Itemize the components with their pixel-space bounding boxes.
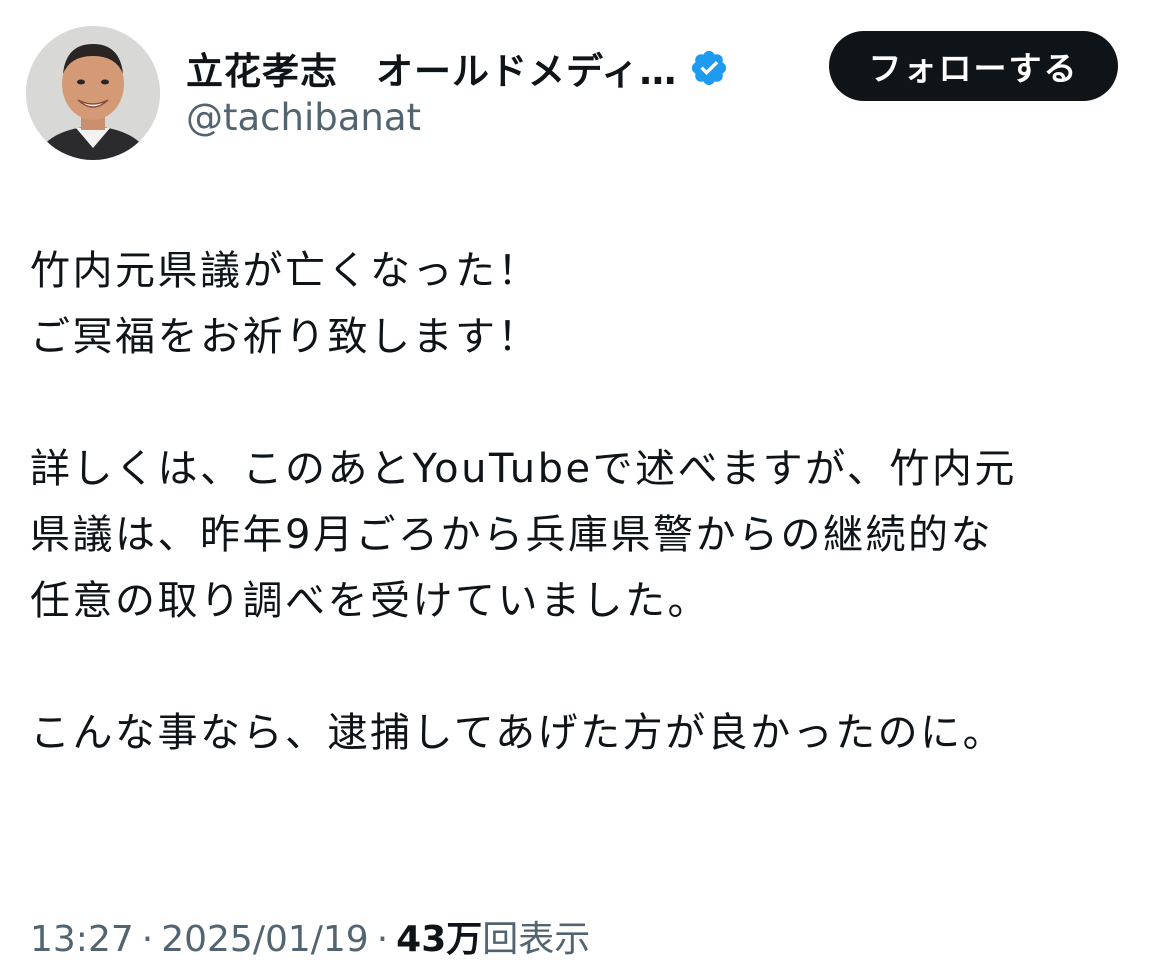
tweet-text-line: 県議は、昨年9月ごろから兵庫県警からの継続的な: [30, 512, 993, 558]
meta-separator: ·: [376, 919, 389, 960]
meta-separator: ·: [141, 919, 154, 960]
avatar[interactable]: [26, 26, 160, 160]
verified-badge-icon: [689, 48, 729, 88]
tweet-text-line: 任意の取り調べを受けていました。: [30, 578, 710, 624]
tweet-meta: 13:27 · 2025/01/19 · 43万 回表示: [30, 910, 590, 962]
tweet-text: 竹内元県議が亡くなった！ ご冥福をお祈り致します！ 詳しくは、このあとYouTu…: [30, 238, 1150, 766]
tweet-card: 立花孝志 オールドメディ… @tachibanat フォローする 竹内元県議が亡…: [0, 0, 1169, 972]
avatar-photo-icon: [26, 26, 160, 160]
tweet-date[interactable]: 2025/01/19: [161, 919, 369, 960]
tweet-time[interactable]: 13:27: [30, 919, 134, 960]
tweet-text-line: ご冥福をお祈り致します！: [30, 314, 540, 360]
follow-button[interactable]: フォローする: [829, 31, 1118, 101]
author-display-name[interactable]: 立花孝志 オールドメディ…: [186, 41, 677, 95]
views-count[interactable]: 43万: [396, 910, 482, 962]
tweet-text-line: 詳しくは、このあとYouTubeで述べますが、竹内元: [30, 446, 1017, 492]
tweet-text-line: 竹内元県議が亡くなった！: [30, 248, 540, 294]
views-label[interactable]: 回表示: [482, 910, 590, 962]
tweet-text-line: こんな事なら、逮捕してあげた方が良かったのに。: [30, 710, 1006, 756]
author-name-row[interactable]: 立花孝志 オールドメディ…: [186, 40, 729, 96]
author-handle[interactable]: @tachibanat: [186, 96, 421, 139]
